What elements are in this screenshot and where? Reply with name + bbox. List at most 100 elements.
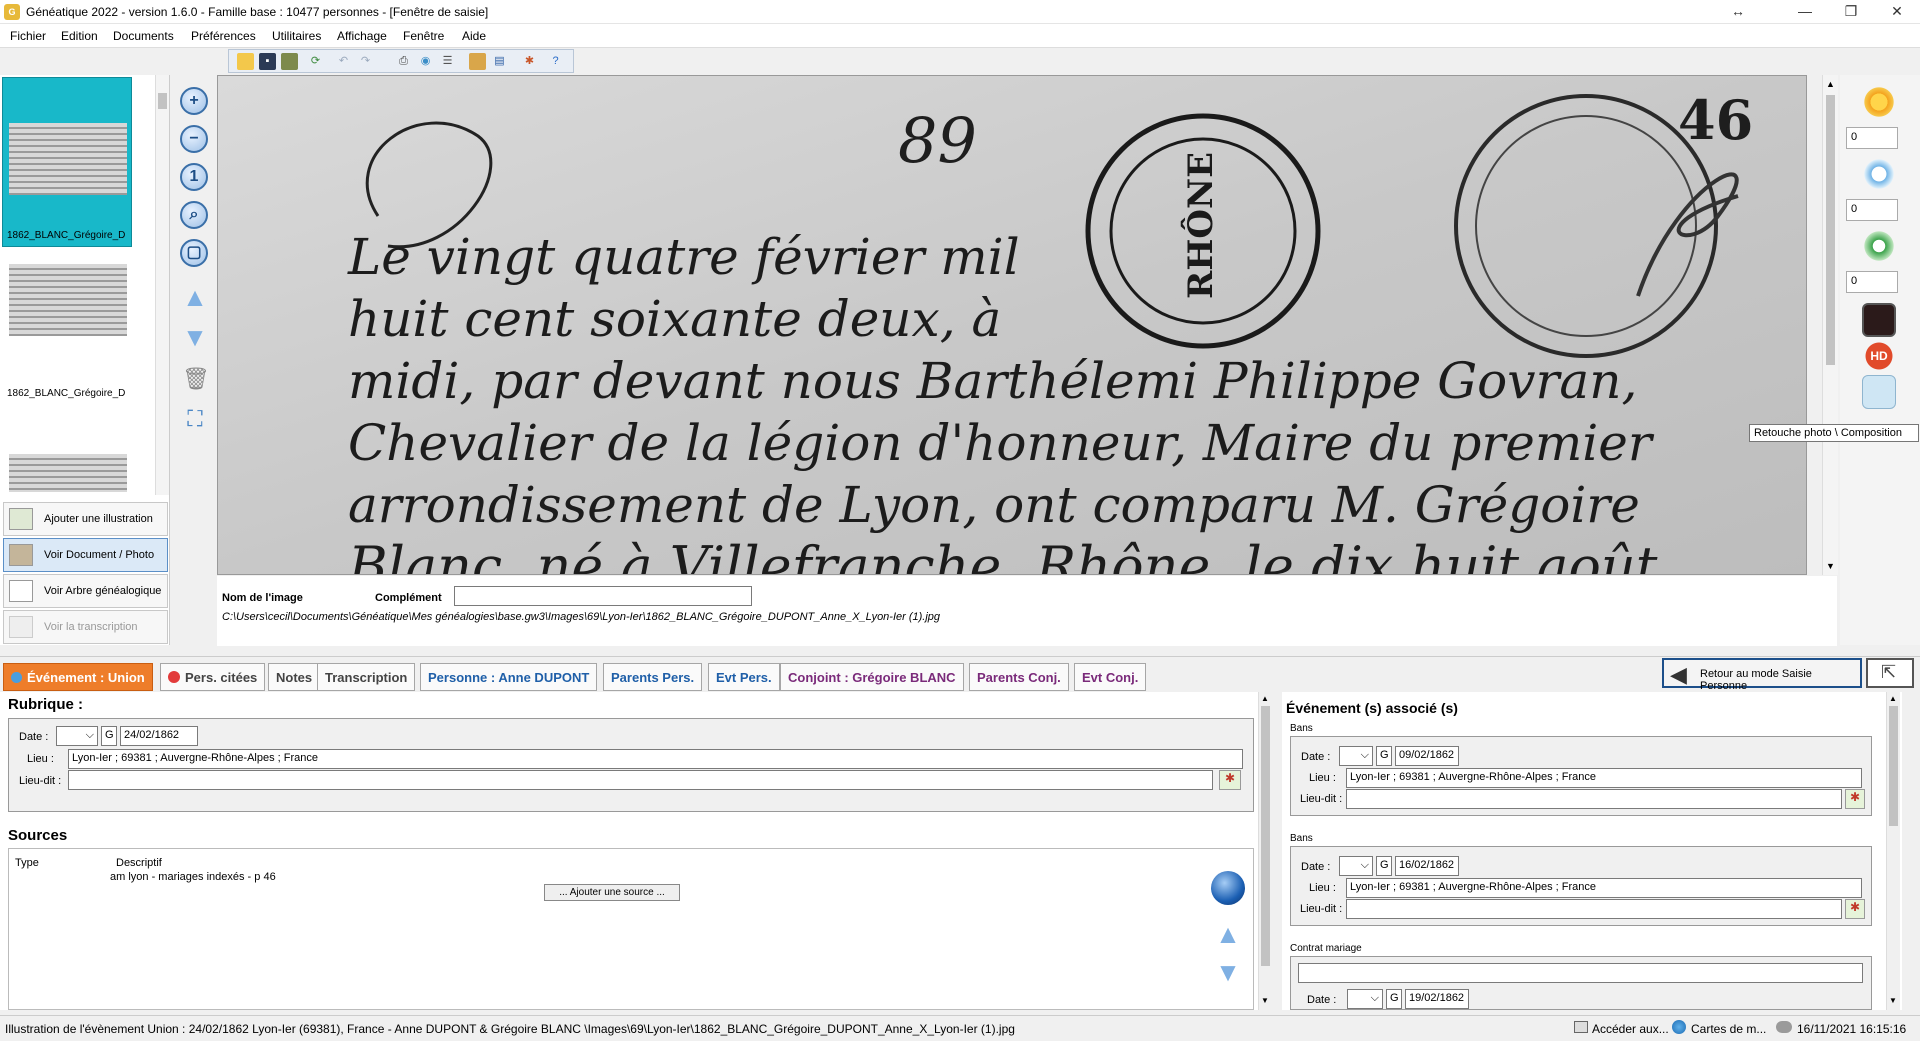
maximize-button[interactable]: ❐ <box>1828 0 1874 24</box>
trash-icon[interactable]: 🗑 <box>182 365 210 393</box>
place-picker-icon[interactable]: ✱ <box>1845 789 1865 809</box>
scroll-thumb[interactable] <box>1889 706 1898 826</box>
source-up-icon[interactable]: ▲ <box>1213 919 1243 949</box>
tab-evt-conj[interactable]: Evt Conj. <box>1074 663 1147 691</box>
calendar-field[interactable]: G <box>101 726 117 746</box>
lieu-input[interactable]: Lyon-Ier ; 69381 ; Auvergne-Rhône-Alpes … <box>1346 768 1862 788</box>
brightness-icon[interactable] <box>1862 85 1896 119</box>
date-qualifier-select[interactable]: ⌵ <box>1347 989 1383 1009</box>
scroll-down-icon[interactable]: ▼ <box>1261 996 1269 1005</box>
zoom-in-icon[interactable]: + <box>180 87 208 115</box>
layout-icon[interactable]: ▤ <box>491 53 508 70</box>
thumbnail-item[interactable]: 1862_BLANC_Grégoire_D <box>2 263 132 423</box>
menu-aide[interactable]: Aide <box>462 29 486 43</box>
scroll-thumb[interactable] <box>1826 95 1835 365</box>
brightness-spinner[interactable]: 0 <box>1846 127 1898 149</box>
zoom-out-icon[interactable]: − <box>180 125 208 153</box>
list-icon[interactable]: ☰ <box>439 53 456 70</box>
retouch-icon[interactable] <box>1862 375 1896 409</box>
globe-icon[interactable]: ◉ <box>417 53 434 70</box>
view-document-button[interactable]: Voir Document / Photo <box>3 538 168 572</box>
add-illustration-button[interactable]: Ajouter une illustration <box>3 502 168 536</box>
image-scrollbar[interactable]: ▲ ▼ <box>1822 75 1838 575</box>
date-input[interactable]: 24/02/1862 <box>120 726 198 746</box>
tab-parents-pers[interactable]: Parents Pers. <box>603 663 703 691</box>
lieudit-input[interactable] <box>1346 789 1842 809</box>
tab-pers-citees[interactable]: Pers. citées <box>160 663 266 691</box>
arrow-down-icon[interactable]: ▼ <box>182 323 208 351</box>
tab-evt-pers[interactable]: Evt Pers. <box>708 663 780 691</box>
date-input[interactable]: 09/02/1862 <box>1395 746 1459 766</box>
menu-utilitaires[interactable]: Utilitaires <box>272 29 321 43</box>
thumbnail-item[interactable] <box>2 453 132 493</box>
zoom-window-icon[interactable]: ▢ <box>180 239 208 267</box>
scroll-down-icon[interactable]: ▼ <box>1826 561 1835 571</box>
scroll-thumb[interactable] <box>1261 706 1270 966</box>
lieu-input[interactable]: Lyon-Ier ; 69381 ; Auvergne-Rhône-Alpes … <box>68 749 1243 769</box>
tab-transcription[interactable]: Transcription <box>317 663 416 691</box>
zoom-actual-icon[interactable]: 1 <box>180 163 208 191</box>
menu-fichier[interactable]: Fichier <box>10 29 46 43</box>
photo-icon[interactable] <box>469 53 486 70</box>
complement-input[interactable] <box>454 586 752 606</box>
date-qualifier-select[interactable]: ⌵ <box>1339 856 1373 876</box>
document-image-viewer[interactable]: 89 46 RHÔNE Le vingt quatre février mil … <box>217 75 1807 575</box>
fullscreen-icon[interactable]: ⛶ <box>182 405 208 433</box>
source-row-desc[interactable]: am lyon - mariages indexés - p 46 <box>110 871 276 883</box>
date-input[interactable]: 16/02/1862 <box>1395 856 1459 876</box>
source-down-icon[interactable]: ▼ <box>1213 957 1243 987</box>
lieudit-input[interactable] <box>1346 899 1842 919</box>
calendar-field[interactable]: G <box>1386 989 1402 1009</box>
tab-parents-conj[interactable]: Parents Conj. <box>969 663 1069 691</box>
archive-icon[interactable] <box>281 53 298 70</box>
web-source-icon[interactable] <box>1211 871 1245 905</box>
hd-icon[interactable]: HD <box>1862 339 1896 373</box>
date-qualifier-select[interactable]: ⌵ <box>1339 746 1373 766</box>
help-icon[interactable]: ? <box>547 53 564 70</box>
thumbnail-item[interactable]: 1862_BLANC_Grégoire_D <box>2 77 132 247</box>
right-pane-scrollbar[interactable]: ▲ ▼ <box>1886 692 1900 1010</box>
date-input[interactable]: 19/02/1862 <box>1405 989 1469 1009</box>
zoom-fit-icon[interactable]: ⌕ <box>180 201 208 229</box>
thumbnail-scrollbar[interactable] <box>155 75 169 495</box>
contrast-icon[interactable] <box>1862 157 1896 191</box>
minimize-button[interactable]: — <box>1782 0 1828 24</box>
expand-button[interactable]: ⇱ <box>1866 658 1914 688</box>
menu-preferences[interactable]: Préférences <box>191 29 256 43</box>
date-qualifier-select[interactable]: ⌵ <box>56 726 98 746</box>
undo-icon[interactable]: ↶ <box>335 53 352 70</box>
scroll-up-icon[interactable]: ▲ <box>1261 694 1269 703</box>
view-tree-button[interactable]: Voir Arbre généalogique <box>3 574 168 608</box>
add-source-button[interactable]: ... Ajouter une source ... <box>544 884 680 901</box>
menu-affichage[interactable]: Affichage <box>337 29 387 43</box>
lieudit-input[interactable] <box>68 770 1213 790</box>
access-link[interactable]: Accéder aux... <box>1592 1022 1669 1036</box>
save-icon[interactable]: ▪ <box>259 53 276 70</box>
rotate-spinner[interactable]: 0 <box>1846 271 1898 293</box>
contrast-spinner[interactable]: 0 <box>1846 199 1898 221</box>
scroll-up-icon[interactable]: ▲ <box>1889 694 1897 703</box>
place-picker-icon[interactable]: ✱ <box>1219 770 1241 790</box>
scroll-down-icon[interactable]: ▼ <box>1889 996 1897 1005</box>
view-transcription-button[interactable]: Voir la transcription <box>3 610 168 644</box>
lieu-input[interactable]: Lyon-Ier ; 69381 ; Auvergne-Rhône-Alpes … <box>1346 878 1862 898</box>
filter-icon[interactable] <box>1862 303 1896 337</box>
redo-icon[interactable]: ↷ <box>357 53 374 70</box>
resize-icon[interactable]: ↔ <box>1715 0 1761 24</box>
menu-documents[interactable]: Documents <box>113 29 174 43</box>
menu-edition[interactable]: Edition <box>61 29 98 43</box>
tools-icon[interactable]: ✱ <box>521 53 538 70</box>
calendar-field[interactable]: G <box>1376 746 1392 766</box>
tab-evenement-union[interactable]: Événement : Union <box>3 663 153 691</box>
menu-fenetre[interactable]: Fenêtre <box>403 29 444 43</box>
print-icon[interactable]: ⎙ <box>395 53 412 70</box>
tab-personne[interactable]: Personne : Anne DUPONT <box>420 663 598 691</box>
open-folder-icon[interactable] <box>237 53 254 70</box>
place-picker-icon[interactable]: ✱ <box>1845 899 1865 919</box>
refresh-icon[interactable]: ⟳ <box>307 53 324 70</box>
tab-conjoint[interactable]: Conjoint : Grégoire BLANC <box>780 663 964 691</box>
left-pane-scrollbar[interactable]: ▲ ▼ <box>1258 692 1272 1010</box>
arrow-up-icon[interactable]: ▲ <box>182 283 208 311</box>
contract-input[interactable] <box>1298 963 1863 983</box>
close-button[interactable]: ✕ <box>1874 0 1920 24</box>
